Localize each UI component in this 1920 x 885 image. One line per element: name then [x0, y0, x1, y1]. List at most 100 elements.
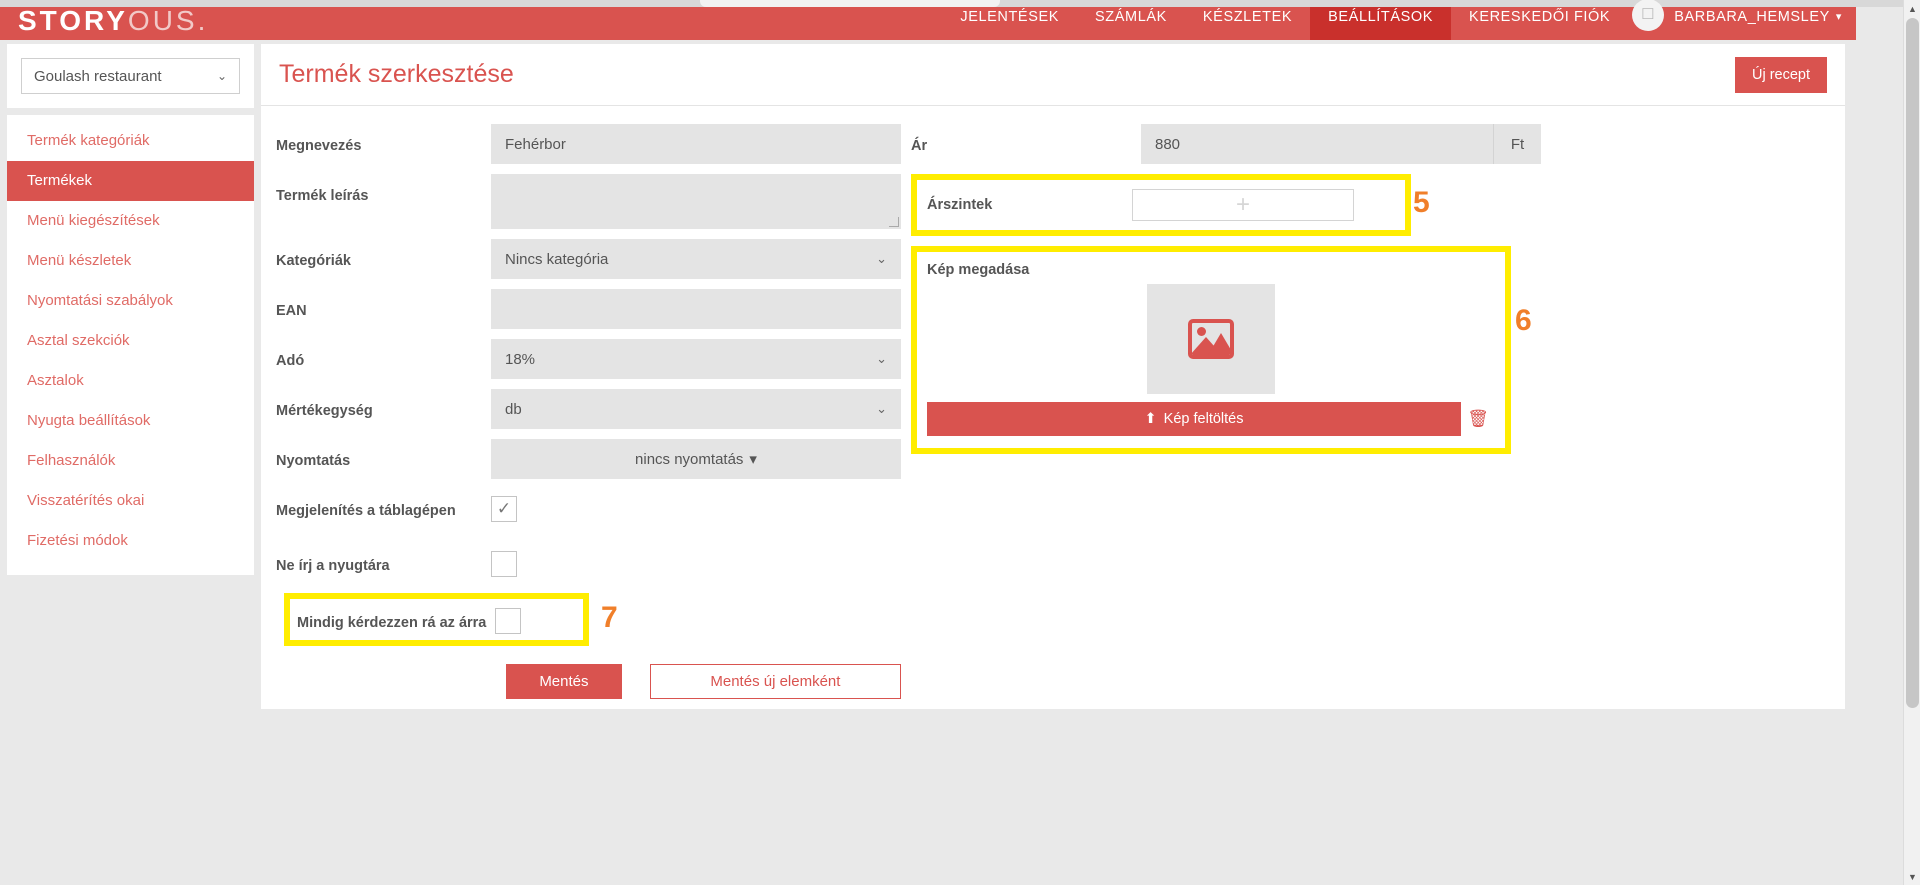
form-column-right: Ár 880 Ft Árszintek + 5 Kép megadása ⬆ K… [901, 124, 1541, 699]
printing-label: Nyomtatás [276, 453, 351, 469]
image-upload-button[interactable]: ⬆ Kép feltöltés [927, 402, 1461, 436]
restaurant-selector-card: Goulash restaurant ⌄ [7, 44, 254, 108]
product-form: Megnevezés Fehérbor Termék leírás Kategó… [261, 106, 1845, 699]
show-on-tablet-checkbox[interactable]: ✓ [491, 496, 517, 522]
nav-items: JELENTÉSEK SZÁMLÁK KÉSZLETEK BEÁLLÍTÁSOK… [942, 0, 1856, 40]
page-title: Termék szerkesztése [279, 60, 514, 88]
scrollbar-thumb[interactable] [1906, 18, 1919, 708]
categories-label: Kategóriák [276, 253, 351, 269]
annotation-7: 7 [601, 601, 618, 634]
unit-label: Mértékegység [276, 403, 373, 419]
main-header: Termék szerkesztése Új recept [261, 44, 1845, 106]
field-row-categories: Kategóriák Nincs kategória ⌄ [276, 239, 901, 279]
logo-bold-text: STORY [18, 4, 128, 36]
scroll-down-arrow-icon[interactable]: ▼ [1904, 868, 1920, 885]
field-row-price: Ár 880 Ft [911, 124, 1541, 164]
restaurant-select[interactable]: Goulash restaurant ⌄ [21, 58, 240, 94]
show-on-tablet-label: Megjelenítés a táblagépen [276, 503, 456, 519]
sidebar-item-felhasznalok[interactable]: Felhasználók [7, 441, 254, 481]
field-row-name: Megnevezés Fehérbor [276, 124, 901, 164]
user-menu[interactable]: ☐ BARBARA_HEMSLEY ▾ [1628, 0, 1856, 40]
form-column-left: Megnevezés Fehérbor Termék leírás Kategó… [261, 124, 901, 699]
left-column: Goulash restaurant ⌄ Termék kategóriák T… [7, 44, 254, 575]
chevron-down-icon: ⌄ [216, 69, 227, 83]
categories-select[interactable]: Nincs kategória ⌄ [491, 239, 901, 279]
highlight-box-price-levels: Árszintek + [911, 174, 1411, 236]
ean-label: EAN [276, 303, 307, 319]
sidebar-item-fizetesi-modok[interactable]: Fizetési módok [7, 521, 254, 561]
no-receipt-label: Ne írj a nyugtára [276, 558, 390, 574]
price-label: Ár [911, 138, 928, 154]
field-row-tax: Adó 18% ⌄ [276, 339, 901, 379]
top-navigation-bar: STORYOUS. JELENTÉSEK SZÁMLÁK KÉSZLETEK B… [0, 0, 1856, 40]
annotation-6: 6 [1515, 304, 1532, 337]
field-row-description: Termék leírás [276, 174, 901, 229]
app-root: STORYOUS. JELENTÉSEK SZÁMLÁK KÉSZLETEK B… [0, 0, 1920, 885]
sidebar-item-termek-kategoriak[interactable]: Termék kategóriák [7, 121, 254, 161]
field-row-no-receipt: Ne írj a nyugtára [276, 544, 901, 577]
price-input[interactable]: 880 [1141, 124, 1493, 164]
nav-item-beallitasok[interactable]: BEÁLLÍTÁSOK [1310, 7, 1452, 40]
highlight-box-always-ask-price: Mindig kérdezzen rá az árra [284, 593, 589, 646]
add-price-level-button[interactable]: + [1132, 189, 1354, 221]
trash-icon[interactable]: 🗑 [1461, 409, 1495, 429]
avatar: ☐ [1632, 0, 1665, 31]
description-label: Termék leírás [276, 188, 369, 204]
image-icon-sun [1197, 327, 1206, 336]
always-ask-price-checkbox[interactable] [495, 608, 521, 634]
sidebar-item-asztal-szekciok[interactable]: Asztal szekciók [7, 321, 254, 361]
nav-item-jelentesek[interactable]: JELENTÉSEK [942, 7, 1077, 40]
printing-value: nincs nyomtatás [635, 450, 744, 468]
browser-tab[interactable] [700, 0, 1000, 7]
sidebar-item-nyomtatasi-szabalyok[interactable]: Nyomtatási szabályok [7, 281, 254, 321]
chevron-down-icon: ⌄ [876, 351, 887, 366]
form-action-buttons: Mentés Mentés új elemként [276, 646, 901, 699]
user-name: BARBARA_HEMSLEY [1674, 9, 1830, 25]
field-row-show-on-tablet: Megjelenítés a táblagépen ✓ [276, 489, 901, 522]
storyous-logo[interactable]: STORYOUS. [18, 5, 208, 37]
image-section: Kép megadása ⬆ Kép feltöltés 🗑 [917, 252, 1505, 448]
sidebar-item-menu-keszletek[interactable]: Menü készletek [7, 241, 254, 281]
field-row-unit: Mértékegység db ⌄ [276, 389, 901, 429]
nav-item-szamlak[interactable]: SZÁMLÁK [1077, 7, 1185, 40]
upload-icon: ⬆ [1144, 411, 1157, 427]
save-button[interactable]: Mentés [506, 664, 622, 699]
description-textarea[interactable] [491, 174, 901, 229]
tax-value: 18% [505, 350, 536, 368]
field-row-ean: EAN [276, 289, 901, 329]
image-placeholder[interactable] [1147, 284, 1275, 394]
sidebar-item-menu-kiegeszitesek[interactable]: Menü kiegészítések [7, 201, 254, 241]
no-receipt-checkbox[interactable] [491, 551, 517, 577]
sidebar-item-visszaterites-okai[interactable]: Visszatérítés okai [7, 481, 254, 521]
main-panel: Termék szerkesztése Új recept Megnevezés… [261, 44, 1845, 709]
image-upload-row: ⬆ Kép feltöltés 🗑 [927, 402, 1495, 436]
save-as-new-button[interactable]: Mentés új elemként [649, 664, 901, 699]
ean-input[interactable] [491, 289, 901, 329]
nav-item-kereskedoi-fiok[interactable]: KERESKEDŐI FIÓK [1451, 7, 1628, 40]
image-placeholder-icon [1188, 319, 1234, 359]
caret-down-icon: ▾ [749, 451, 757, 468]
new-recipe-button[interactable]: Új recept [1734, 56, 1827, 93]
printing-dropdown[interactable]: nincs nyomtatás ▾ [491, 439, 901, 479]
page-scrollbar[interactable]: ▲ ▼ [1903, 0, 1920, 885]
sidebar-item-asztalok[interactable]: Asztalok [7, 361, 254, 401]
price-levels-section: Árszintek + [917, 180, 1405, 230]
tax-select[interactable]: 18% ⌄ [491, 339, 901, 379]
price-currency-label: Ft [1493, 124, 1541, 164]
browser-chrome-strip [0, 0, 1920, 7]
field-row-always-ask-price: Mindig kérdezzen rá az árra [290, 605, 583, 634]
name-input[interactable]: Fehérbor [491, 124, 901, 164]
scroll-up-arrow-icon[interactable]: ▲ [1904, 0, 1920, 17]
logo-light-text: OUS. [127, 4, 209, 36]
sidebar-item-termekek[interactable]: Termékek [7, 161, 254, 201]
price-field-group: 880 Ft [1141, 124, 1541, 164]
sidebar-menu: Termék kategóriák Termékek Menü kiegészí… [7, 115, 254, 575]
chevron-down-icon: ⌄ [876, 251, 887, 266]
field-row-printing: Nyomtatás nincs nyomtatás ▾ [276, 439, 901, 479]
nav-item-keszletek[interactable]: KÉSZLETEK [1185, 7, 1310, 40]
resize-grip-icon[interactable] [889, 217, 899, 227]
chevron-down-icon: ⌄ [876, 401, 887, 416]
unit-select[interactable]: db ⌄ [491, 389, 901, 429]
image-icon-mountain-right [1208, 333, 1230, 355]
sidebar-item-nyugta-beallitasok[interactable]: Nyugta beállítások [7, 401, 254, 441]
